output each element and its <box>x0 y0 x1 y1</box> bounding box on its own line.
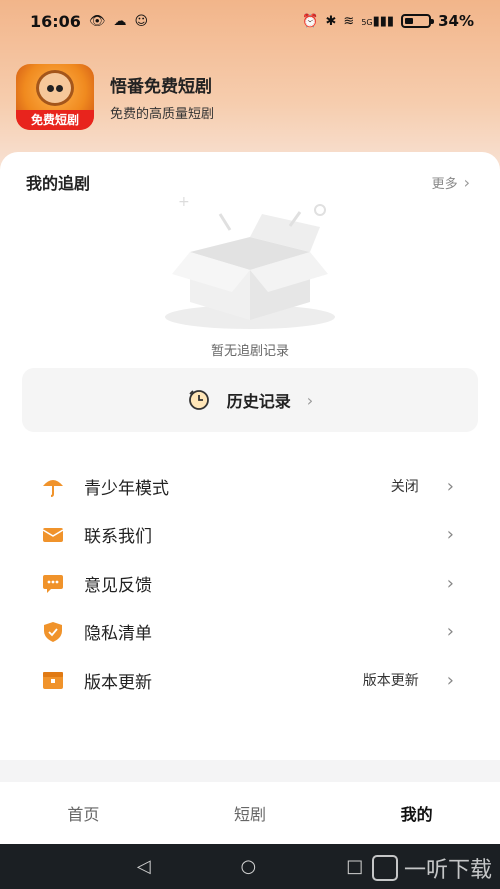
menu-item-youth-mode[interactable]: 青少年模式 关闭 › <box>0 462 500 511</box>
logo-banner: 免费短剧 <box>16 110 94 130</box>
battery-icon <box>401 14 435 28</box>
tab-home[interactable]: 首页 <box>0 801 167 825</box>
shield-icon <box>40 619 66 645</box>
wifi-icon: ≋ <box>343 13 355 29</box>
menu-label: 意见反馈 <box>84 575 152 596</box>
clock-history-icon <box>188 390 209 410</box>
tab-mine[interactable]: 我的 <box>333 801 500 825</box>
chat-icon: ☺ <box>134 13 149 29</box>
umbrella-icon <box>40 473 66 499</box>
chevron-right-icon: › <box>463 172 470 192</box>
chevron-right-icon: › <box>446 621 454 643</box>
app-name: 悟番免费短剧 <box>110 77 212 97</box>
chevron-right-icon: › <box>446 572 454 594</box>
menu-label: 联系我们 <box>84 527 152 548</box>
bottom-tab-bar: 首页 短剧 我的 <box>0 782 500 844</box>
menu-item-version-update[interactable]: 版本更新 版本更新 › <box>0 656 500 705</box>
chevron-right-icon: › <box>446 524 454 546</box>
app-logo: 免费短剧 <box>16 64 94 130</box>
watermark-logo-icon <box>371 855 398 881</box>
home-icon[interactable]: ○ <box>241 856 257 877</box>
menu-item-privacy-list[interactable]: 隐私清单 › <box>0 608 500 657</box>
update-box-icon <box>40 667 66 693</box>
weather-icon: ☁ <box>113 13 127 29</box>
menu-label: 青少年模式 <box>84 478 169 499</box>
app-tagline: 免费的高质量短剧 <box>110 107 215 122</box>
feedback-icon <box>40 570 66 596</box>
history-label: 历史记录 <box>226 392 291 411</box>
svg-text:+: + <box>178 194 190 210</box>
app-header: 免费短剧 悟番免费短剧 免费的高质量短剧 <box>16 64 214 130</box>
menu-label: 隐私清单 <box>84 624 152 645</box>
profile-card: 我的追剧 更多 › + 暂无追剧记录 历史记录 › 青少年模式 关闭 › 联系我… <box>0 152 500 760</box>
my-follow-title: 我的追剧 <box>26 174 91 193</box>
more-label: 更多 <box>431 176 458 192</box>
bluetooth-icon: ✱ <box>325 13 337 29</box>
menu-label: 版本更新 <box>84 672 152 693</box>
watermark: 一听下载 <box>371 852 492 884</box>
youth-mode-status: 关闭 <box>390 479 419 496</box>
menu-item-feedback[interactable]: 意见反馈 › <box>0 559 500 608</box>
signal-icon: 5G▮▮▮ <box>361 13 395 29</box>
settings-menu: 青少年模式 关闭 › 联系我们 › 意见反馈 › 隐私清单 › 版本更新 版本更… <box>0 462 500 705</box>
recents-icon[interactable]: □ <box>346 856 363 877</box>
watermark-text: 一听下载 <box>403 858 492 883</box>
monkey-icon <box>36 70 74 106</box>
empty-box-icon: + <box>165 194 335 329</box>
chevron-right-icon: › <box>446 475 454 497</box>
battery-percent: 34% <box>438 12 474 30</box>
back-icon[interactable]: ◁ <box>137 856 151 877</box>
status-bar: 16:06 👁 ☁ ☺ ⏰ ✱ ≋ 5G▮▮▮ 34% <box>0 0 500 42</box>
envelope-icon <box>40 522 66 548</box>
tab-short-drama[interactable]: 短剧 <box>167 801 334 825</box>
empty-state-text: 暂无追剧记录 <box>210 344 289 359</box>
version-update-value: 版本更新 <box>362 673 419 690</box>
alarm-icon: ⏰ <box>302 13 319 29</box>
chevron-right-icon: › <box>306 390 314 410</box>
status-time: 16:06 <box>30 11 81 31</box>
chevron-right-icon: › <box>446 669 454 691</box>
more-link[interactable]: 更多 › <box>432 173 470 192</box>
history-button[interactable]: 历史记录 › <box>22 368 478 432</box>
menu-item-contact-us[interactable]: 联系我们 › <box>0 511 500 560</box>
eye-icon: 👁 <box>88 13 106 29</box>
my-follow-header: 我的追剧 更多 › <box>26 170 470 194</box>
